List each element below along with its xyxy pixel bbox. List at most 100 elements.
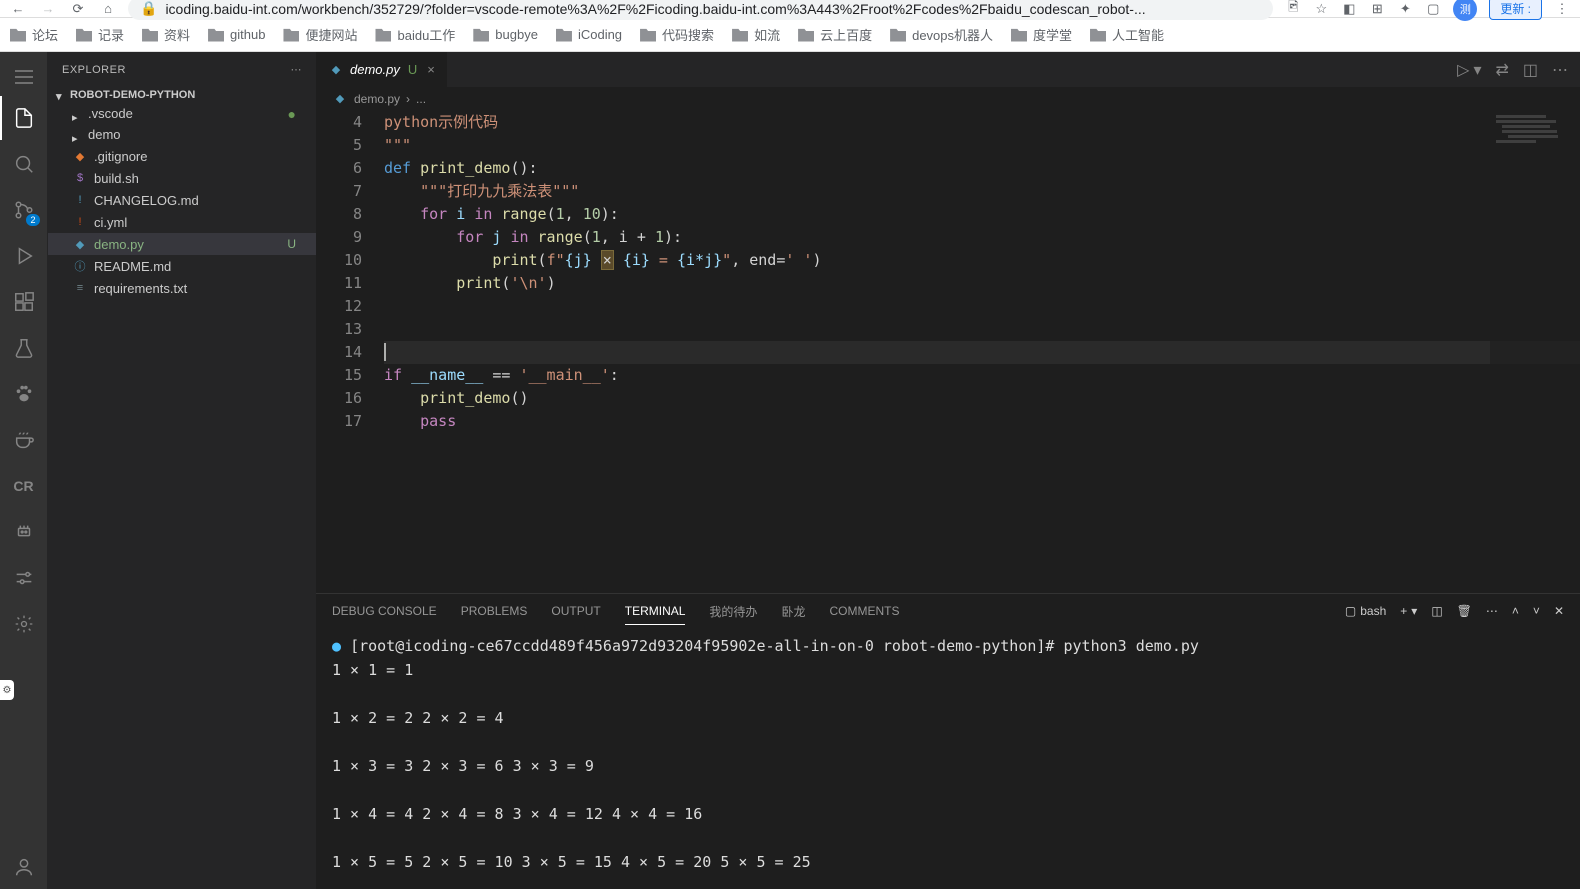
folder-icon	[208, 28, 224, 42]
back-icon[interactable]: ←	[10, 1, 26, 17]
bookmark-item[interactable]: bugbye	[473, 27, 538, 42]
bookmark-item[interactable]: github	[208, 27, 265, 42]
bookmark-item[interactable]: 度学堂	[1011, 25, 1072, 44]
side-dock-toggle[interactable]: ⚙	[0, 680, 14, 700]
file-requirements-txt[interactable]: ≡requirements.txt	[48, 277, 316, 299]
gtranslate-icon[interactable]: 🖻	[1285, 1, 1301, 17]
file-type-icon: !	[72, 192, 88, 208]
panel-more-icon[interactable]: ⋯	[1486, 604, 1498, 618]
bookmark-item[interactable]: baidu工作	[375, 25, 455, 44]
file--vscode[interactable]: .vscode●	[48, 103, 316, 124]
profile-avatar[interactable]: 测	[1453, 0, 1477, 21]
file-name: demo.py	[94, 237, 144, 252]
kebab-icon[interactable]: ⋮	[1554, 1, 1570, 17]
panel-close-icon[interactable]: ✕	[1554, 604, 1564, 618]
diff-icon[interactable]: ⇄	[1495, 60, 1508, 80]
file-type-icon: ◆	[72, 236, 88, 252]
bookmark-item[interactable]: 论坛	[10, 25, 58, 44]
folder-icon	[890, 28, 906, 42]
panel-up-icon[interactable]: ˄	[1512, 604, 1519, 618]
star-icon[interactable]: ☆	[1313, 1, 1329, 17]
explorer-more-icon[interactable]: ⋯	[291, 63, 303, 76]
terminal-chevron-icon[interactable]: ▾	[1411, 604, 1417, 618]
cr-icon[interactable]: CR	[0, 464, 48, 508]
folder-icon	[640, 28, 656, 42]
bookmark-label: 度学堂	[1033, 25, 1072, 44]
panel-tab-problems[interactable]: PROBLEMS	[461, 598, 528, 624]
extensions-icon[interactable]	[0, 280, 48, 324]
close-icon[interactable]: ×	[427, 62, 435, 77]
paw-icon[interactable]	[0, 372, 48, 416]
bookmark-item[interactable]: iCoding	[556, 27, 622, 42]
trash-icon[interactable]: 🗑	[1457, 604, 1472, 618]
account-icon[interactable]	[0, 845, 48, 889]
panel-down-icon[interactable]: ˅	[1533, 604, 1540, 618]
minimap[interactable]	[1490, 111, 1580, 593]
explorer-icon[interactable]	[0, 96, 48, 140]
bookmark-item[interactable]: 如流	[732, 25, 780, 44]
home-icon[interactable]: ⌂	[100, 1, 116, 17]
debug-icon[interactable]	[0, 234, 48, 278]
file-demo[interactable]: demo	[48, 124, 316, 145]
ext3-icon[interactable]: ▢	[1425, 1, 1441, 17]
sliders-icon[interactable]	[0, 556, 48, 600]
run-icon[interactable]: ▷	[1457, 60, 1469, 80]
bottom-panel: DEBUG CONSOLE PROBLEMS OUTPUT TERMINAL 我的待办卧…	[316, 593, 1580, 889]
line-gutter: 4567891011121314151617	[316, 111, 384, 593]
panel-tab-output[interactable]: OUTPUT	[551, 598, 600, 624]
file-README-md[interactable]: ⓘ README.md	[48, 255, 316, 277]
beaker-icon[interactable]	[0, 326, 48, 370]
terminal-output[interactable]: ● [root@icoding-ce67ccdd489f456a972d9320…	[316, 628, 1580, 889]
gear-bottom-icon[interactable]	[0, 602, 48, 646]
bookmark-item[interactable]: 便捷网站	[283, 25, 357, 44]
workspace-root[interactable]: ROBOT-DEMO-PYTHON	[48, 87, 316, 103]
update-button[interactable]: 更新 :	[1489, 0, 1542, 20]
file-demo-py[interactable]: ◆demo.pyU	[48, 233, 316, 255]
forward-icon[interactable]: →	[40, 1, 56, 17]
breadcrumb[interactable]: ◆ demo.py › ...	[316, 87, 1580, 111]
panel-tab-comments[interactable]: COMMENTS	[829, 598, 899, 624]
panel-tab-debug-console[interactable]: DEBUG CONSOLE	[332, 598, 437, 624]
file-name: README.md	[94, 259, 171, 274]
bookmark-item[interactable]: 资料	[142, 25, 190, 44]
run-chevron-icon[interactable]: ▾	[1473, 60, 1481, 80]
bookmark-label: baidu工作	[397, 25, 455, 44]
ext2-icon[interactable]: ⊞	[1369, 1, 1385, 17]
search-icon[interactable]	[0, 142, 48, 186]
menu-icon[interactable]	[0, 60, 48, 94]
panel-tab-我的待办[interactable]: 我的待办	[709, 597, 757, 626]
puzzle-icon[interactable]: ✦	[1397, 1, 1413, 17]
ext1-icon[interactable]: ◧	[1341, 1, 1357, 17]
bookmark-item[interactable]: 代码搜索	[640, 25, 714, 44]
bookmark-item[interactable]: 人工智能	[1090, 25, 1164, 44]
file--gitignore[interactable]: ◆.gitignore	[48, 145, 316, 167]
reload-icon[interactable]: ⟳	[70, 1, 86, 17]
coffee-icon[interactable]	[0, 418, 48, 462]
tab-git-status: U	[408, 62, 417, 77]
folder-icon	[556, 28, 572, 42]
file-ci-yml[interactable]: !ci.yml	[48, 211, 316, 233]
bookmark-item[interactable]: 记录	[76, 25, 124, 44]
file-CHANGELOG-md[interactable]: !CHANGELOG.md	[48, 189, 316, 211]
editor-tabs: ◆ demo.py U × ▷ ▾ ⇄ ◫ ⋯	[316, 52, 1580, 87]
editor[interactable]: 4567891011121314151617 python示例代码"""def …	[316, 111, 1580, 593]
bookmark-label: 论坛	[32, 25, 58, 44]
new-terminal-icon[interactable]: +	[1400, 604, 1407, 618]
bookmark-item[interactable]: 云上百度	[798, 25, 872, 44]
chip-icon[interactable]	[0, 510, 48, 554]
tab-demo-py[interactable]: ◆ demo.py U ×	[316, 52, 448, 87]
scm-icon[interactable]: 2	[0, 188, 48, 232]
url-bar[interactable]: 🔒 icoding.baidu-int.com/workbench/352729…	[128, 0, 1273, 20]
file-type-icon: ⓘ	[72, 258, 88, 274]
panel-tab-卧龙[interactable]: 卧龙	[781, 597, 805, 626]
split-terminal-icon[interactable]: ◫	[1431, 604, 1442, 618]
code-area[interactable]: python示例代码"""def print_demo(): """打印九九乘法…	[384, 111, 1580, 593]
bookmark-item[interactable]: devops机器人	[890, 25, 993, 44]
chevron-right-icon	[72, 109, 82, 119]
shell-selector[interactable]: ▢ bash	[1345, 604, 1386, 618]
bookmark-label: 人工智能	[1112, 25, 1164, 44]
more-icon[interactable]: ⋯	[1552, 60, 1568, 80]
file-build-sh[interactable]: $build.sh	[48, 167, 316, 189]
panel-tab-terminal[interactable]: TERMINAL	[625, 598, 686, 625]
split-icon[interactable]: ◫	[1523, 60, 1538, 80]
